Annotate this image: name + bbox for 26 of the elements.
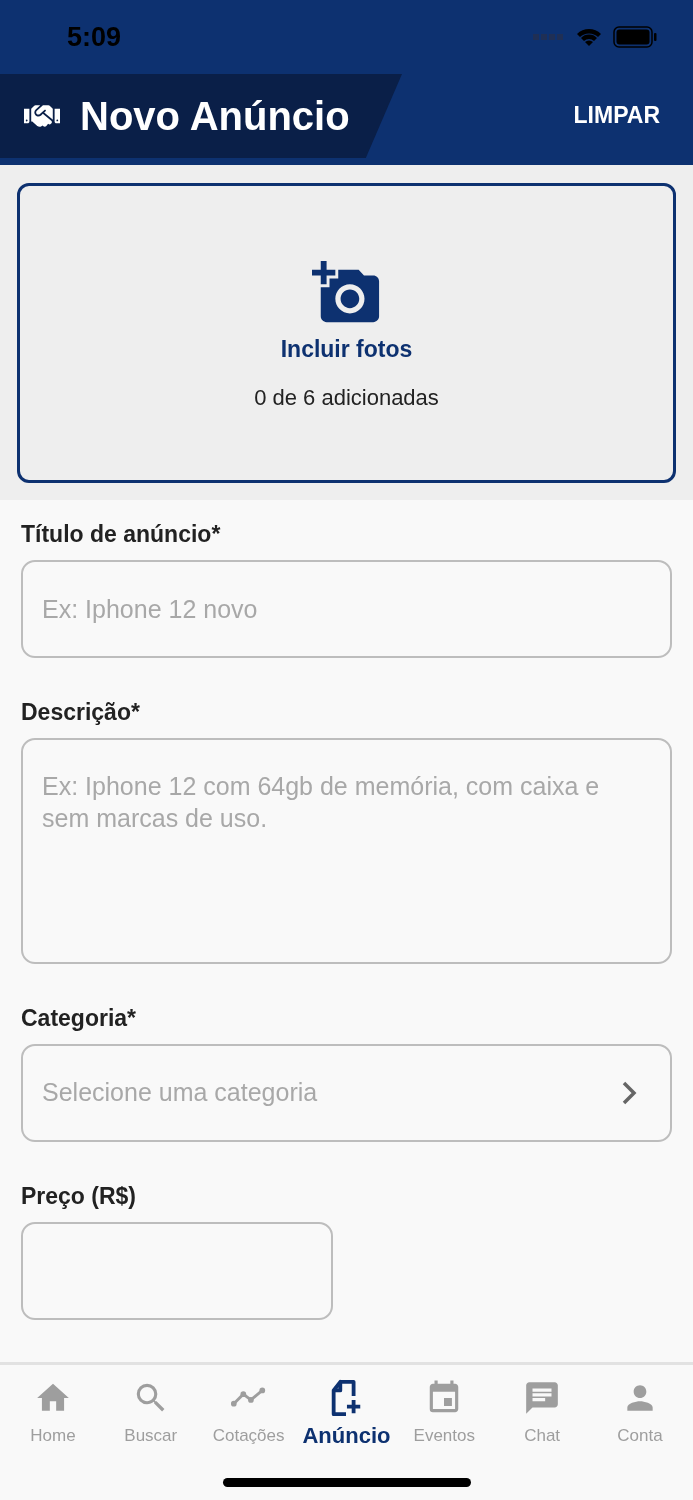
status-time: 5:09	[67, 20, 122, 54]
field-label: Descrição*	[21, 698, 141, 726]
chevron-right-icon	[621, 1080, 637, 1106]
field-label: Título de anúncio*	[21, 520, 222, 548]
tab-bar-item[interactable]: Conta	[595, 1379, 685, 1452]
tab-bar-item[interactable]: Eventos	[399, 1379, 490, 1452]
battery-icon	[613, 26, 657, 48]
add-photos-button[interactable]: Incluir fotos 0 de 6 adicionadas	[17, 183, 676, 483]
add-photos-label: Incluir fotos	[280, 335, 413, 365]
page-title: Novo Anúncio	[80, 93, 350, 140]
tab-bar-item[interactable]: Cotações	[203, 1379, 294, 1452]
tab-bar-item[interactable]: Home	[7, 1379, 98, 1452]
tab-bar-item[interactable]: Buscar	[105, 1379, 196, 1452]
tab-bar-item[interactable]: Chat	[497, 1379, 588, 1452]
category-select[interactable]: Selecione uma categoria	[21, 1044, 672, 1142]
photo-count: 0 de 6 adicionadas	[254, 383, 439, 412]
field-label: Categoria*	[21, 1004, 138, 1032]
title-input-field[interactable]: Ex: Iphone 12 novo	[21, 560, 672, 658]
signal-icon	[533, 34, 565, 40]
description-input-field[interactable]: Ex: Iphone 12 com 64gb de memória, com caixa e sem marcas de uso.	[21, 738, 672, 964]
tab-bar-item[interactable]: Anúncio	[301, 1379, 392, 1452]
clear-button[interactable]: LIMPAR	[573, 98, 693, 133]
field-label: Preço (R$)	[21, 1182, 138, 1210]
document-plus-icon	[330, 1379, 363, 1417]
wifi-icon	[575, 26, 603, 48]
price-input-field[interactable]	[21, 1222, 333, 1320]
